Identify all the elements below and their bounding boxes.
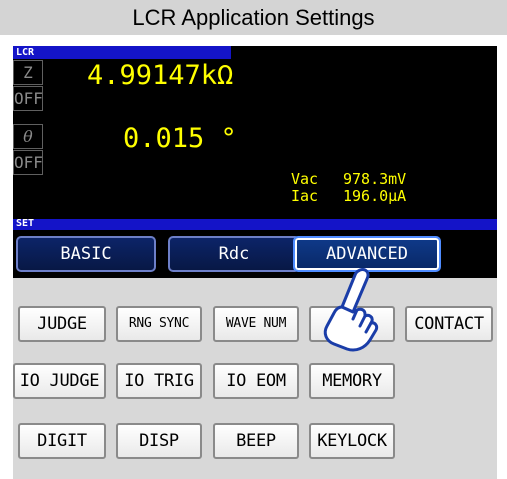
rng-sync-button[interactable]: RNG SYNC [116,306,202,342]
vac-value: 978.3mV [343,170,407,188]
secondary-value: 0.015 ° [123,123,237,154]
pointing-hand-icon [323,268,379,352]
tab-rdc[interactable]: Rdc [168,236,300,272]
instrument-screen: LCR Z OFF θ OFF 4.99147kΩ 0.015 ° Vac 97… [13,46,497,479]
tab-bar: BASIC Rdc ADVANCED [13,230,497,278]
judge-button[interactable]: JUDGE [18,306,106,342]
iac-label: Iac [291,187,319,205]
io-judge-button[interactable]: IO JUDGE [13,363,106,399]
page-title: LCR Application Settings [0,0,507,35]
param2-status-button[interactable]: OFF [13,150,43,175]
disp-button[interactable]: DISP [116,423,202,459]
lcr-label: LCR [16,47,35,58]
vac-label: Vac [291,170,319,188]
param1-button[interactable]: Z [13,60,43,85]
iac-value: 196.0μA [343,187,407,205]
keylock-button[interactable]: KEYLOCK [309,423,395,459]
set-header-bar: SET [13,218,497,230]
settings-button-panel: JUDGE RNG SYNC WAVE NUM HI Z CONTACT IO … [13,278,497,479]
io-eom-button[interactable]: IO EOM [213,363,299,399]
primary-value: 4.99147kΩ [87,60,234,91]
lcr-settings-figure: LCR Application Settings LCR Z OFF θ OFF… [0,0,507,479]
io-trig-button[interactable]: IO TRIG [116,363,202,399]
lcr-header-bar: LCR [13,46,231,59]
wave-num-button[interactable]: WAVE NUM [213,306,299,342]
set-label: SET [16,218,35,229]
beep-button[interactable]: BEEP [213,423,299,459]
param2-button[interactable]: θ [13,124,43,149]
memory-button[interactable]: MEMORY [309,363,395,399]
param1-status-button[interactable]: OFF [13,86,43,111]
contact-button[interactable]: CONTACT [405,306,493,342]
tab-basic[interactable]: BASIC [16,236,156,272]
digit-button[interactable]: DIGIT [18,423,106,459]
